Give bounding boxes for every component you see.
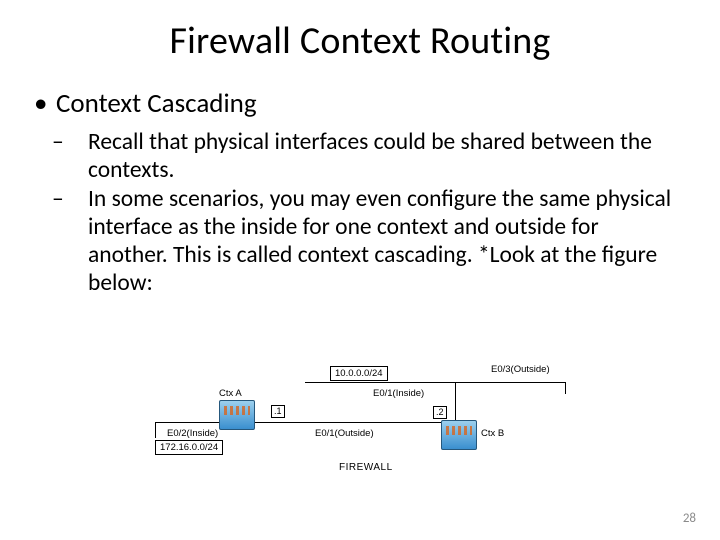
bullet-l2a-text: Recall that physical interfaces could be… xyxy=(88,128,652,184)
hop2-box: .2 xyxy=(433,406,447,419)
e01-outside-label: E0/1(Outside) xyxy=(315,428,374,439)
stub-left xyxy=(155,422,156,438)
e02-inside-label: E0/2(Inside) xyxy=(167,428,218,439)
dash-mark: – xyxy=(70,129,88,157)
segment-main xyxy=(155,422,455,423)
net-left-label: 172.16.0.0/24 xyxy=(155,440,223,455)
bullet-l2b-text: In some scenarios, you may even configur… xyxy=(88,185,671,296)
device-ctxA xyxy=(219,400,255,430)
e03-outside-label: E0/3(Outside) xyxy=(491,364,550,375)
device-ctxB xyxy=(441,420,477,450)
slide-body: •Context Cascading –Recall that physical… xyxy=(34,88,674,299)
hop1-box: .1 xyxy=(271,405,285,418)
ctxB-label: Ctx B xyxy=(481,428,504,439)
bullet-l1-text: Context Cascading xyxy=(56,87,257,120)
bullet-level2: –Recall that physical interfaces could b… xyxy=(70,129,674,184)
firewall-label: FIREWALL xyxy=(339,462,393,473)
page-number: 28 xyxy=(683,511,696,526)
bullet-level1: •Context Cascading xyxy=(34,88,674,119)
bullet-mark: • xyxy=(34,88,56,119)
slide-title: Firewall Context Routing xyxy=(0,18,720,64)
segment-top xyxy=(305,382,565,383)
net-top-label: 10.0.0.0/24 xyxy=(330,366,388,381)
network-diagram: 10.0.0.0/24 E0/1(Inside) E0/3(Outside) C… xyxy=(155,370,575,490)
dash-mark: – xyxy=(70,186,88,214)
bullet-level2: –In some scenarios, you may even configu… xyxy=(70,186,674,297)
ctxA-label: Ctx A xyxy=(219,388,242,399)
slide: Firewall Context Routing •Context Cascad… xyxy=(0,0,720,540)
stub-right xyxy=(565,382,566,394)
vertical-link-ctxB xyxy=(455,382,456,422)
e01-inside-label: E0/1(Inside) xyxy=(373,388,424,399)
